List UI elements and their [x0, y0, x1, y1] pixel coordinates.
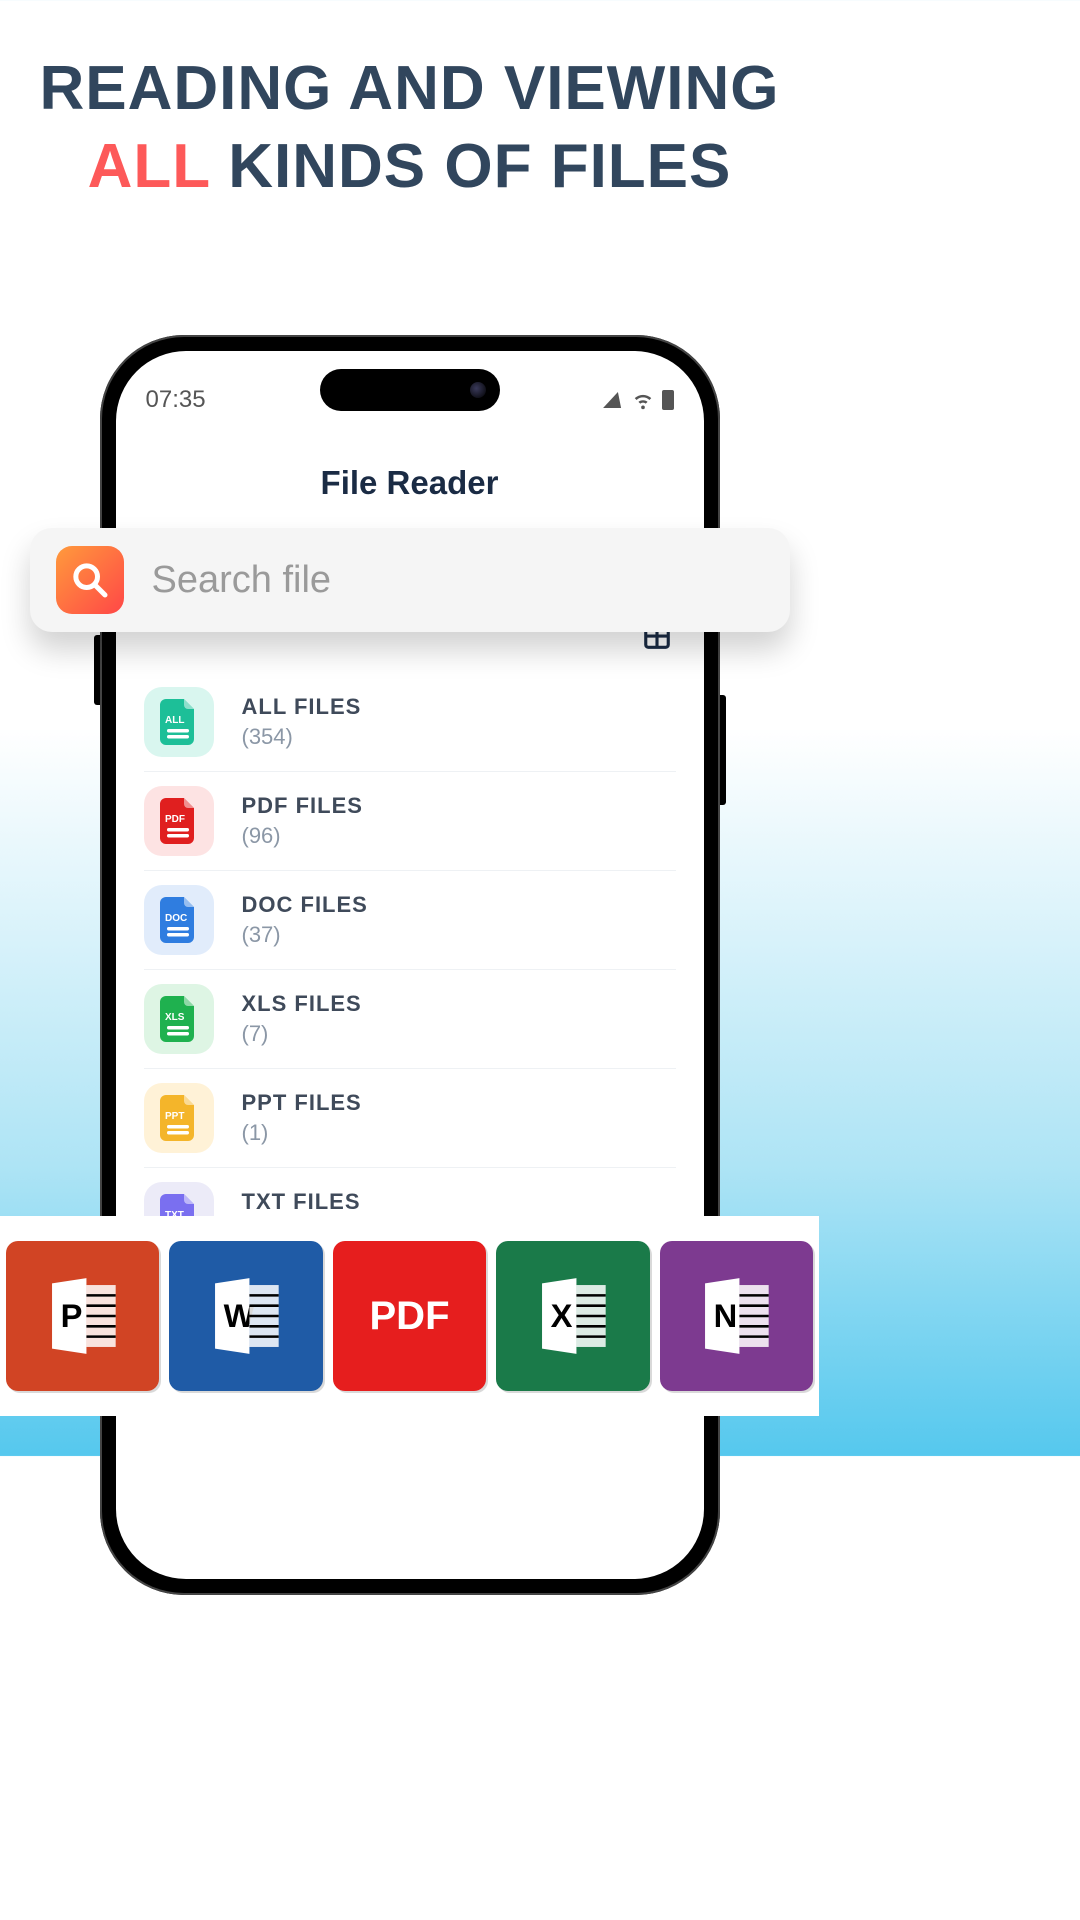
file-category-icon: PPT	[144, 1083, 214, 1153]
svg-text:PDF: PDF	[165, 814, 185, 825]
phone-notch	[320, 369, 500, 411]
file-category-label: TXT FILES	[242, 1189, 361, 1215]
file-category-icon: XLS	[144, 984, 214, 1054]
svg-text:P: P	[60, 1297, 82, 1334]
svg-text:ALL: ALL	[165, 715, 184, 726]
file-category-text: PPT FILES (1)	[242, 1090, 362, 1146]
search-bar[interactable]: Search file	[30, 528, 790, 632]
svg-text:N: N	[714, 1297, 738, 1334]
file-category-label: PPT FILES	[242, 1090, 362, 1116]
file-category-text: XLS FILES (7)	[242, 991, 362, 1047]
headline-part2: KINDS OF FILES	[228, 132, 731, 201]
filetype-tile-word[interactable]: W	[169, 1241, 322, 1391]
search-icon	[56, 546, 124, 614]
marketing-headline: READING AND VIEWING ALL KINDS OF FILES	[0, 0, 819, 205]
file-category-icon: DOC	[144, 885, 214, 955]
file-category-icon: PDF	[144, 786, 214, 856]
svg-text:DOC: DOC	[165, 913, 187, 924]
file-category-count: (1)	[242, 1120, 362, 1146]
file-category-row[interactable]: ALL ALL FILES (354)	[144, 673, 676, 772]
svg-text:XLS: XLS	[165, 1012, 185, 1023]
file-category-count: (96)	[242, 823, 363, 849]
wifi-icon	[632, 389, 654, 411]
file-list-area: ALL ALL FILES (354) PDF PDF FILES (96) D…	[116, 621, 704, 1579]
svg-text:PPT: PPT	[165, 1111, 184, 1122]
filetype-tile-powerpoint[interactable]: P	[6, 1241, 159, 1391]
headline-part1: READING AND VIEWING	[39, 54, 779, 123]
svg-text:X: X	[551, 1297, 573, 1334]
file-category-text: PDF FILES (96)	[242, 793, 363, 849]
filetype-tile-onenote[interactable]: N	[660, 1241, 813, 1391]
filetype-tile-excel[interactable]: X	[496, 1241, 649, 1391]
file-category-row[interactable]: XLS XLS FILES (7)	[144, 970, 676, 1069]
file-category-label: XLS FILES	[242, 991, 362, 1017]
file-category-row[interactable]: DOC DOC FILES (37)	[144, 871, 676, 970]
file-category-count: (37)	[242, 922, 368, 948]
file-category-row[interactable]: PPT PPT FILES (1)	[144, 1069, 676, 1168]
file-category-row[interactable]: PDF PDF FILES (96)	[144, 772, 676, 871]
status-icons	[606, 389, 674, 411]
signal-icon	[603, 392, 627, 408]
file-category-text: DOC FILES (37)	[242, 892, 368, 948]
headline-accent: ALL	[88, 132, 210, 201]
app-title: File Reader	[116, 464, 704, 502]
file-category-label: ALL FILES	[242, 694, 362, 720]
file-category-icon: ALL	[144, 687, 214, 757]
file-category-label: DOC FILES	[242, 892, 368, 918]
file-category-text: ALL FILES (354)	[242, 694, 362, 750]
file-category-label: PDF FILES	[242, 793, 363, 819]
file-category-count: (7)	[242, 1021, 362, 1047]
file-category-count: (354)	[242, 724, 362, 750]
filetype-tile-pdf[interactable]: PDF	[333, 1241, 486, 1391]
file-type-strip: P W PDF X N	[0, 1216, 819, 1416]
search-placeholder: Search file	[152, 559, 332, 602]
battery-icon	[662, 390, 674, 410]
status-time: 07:35	[146, 386, 206, 414]
